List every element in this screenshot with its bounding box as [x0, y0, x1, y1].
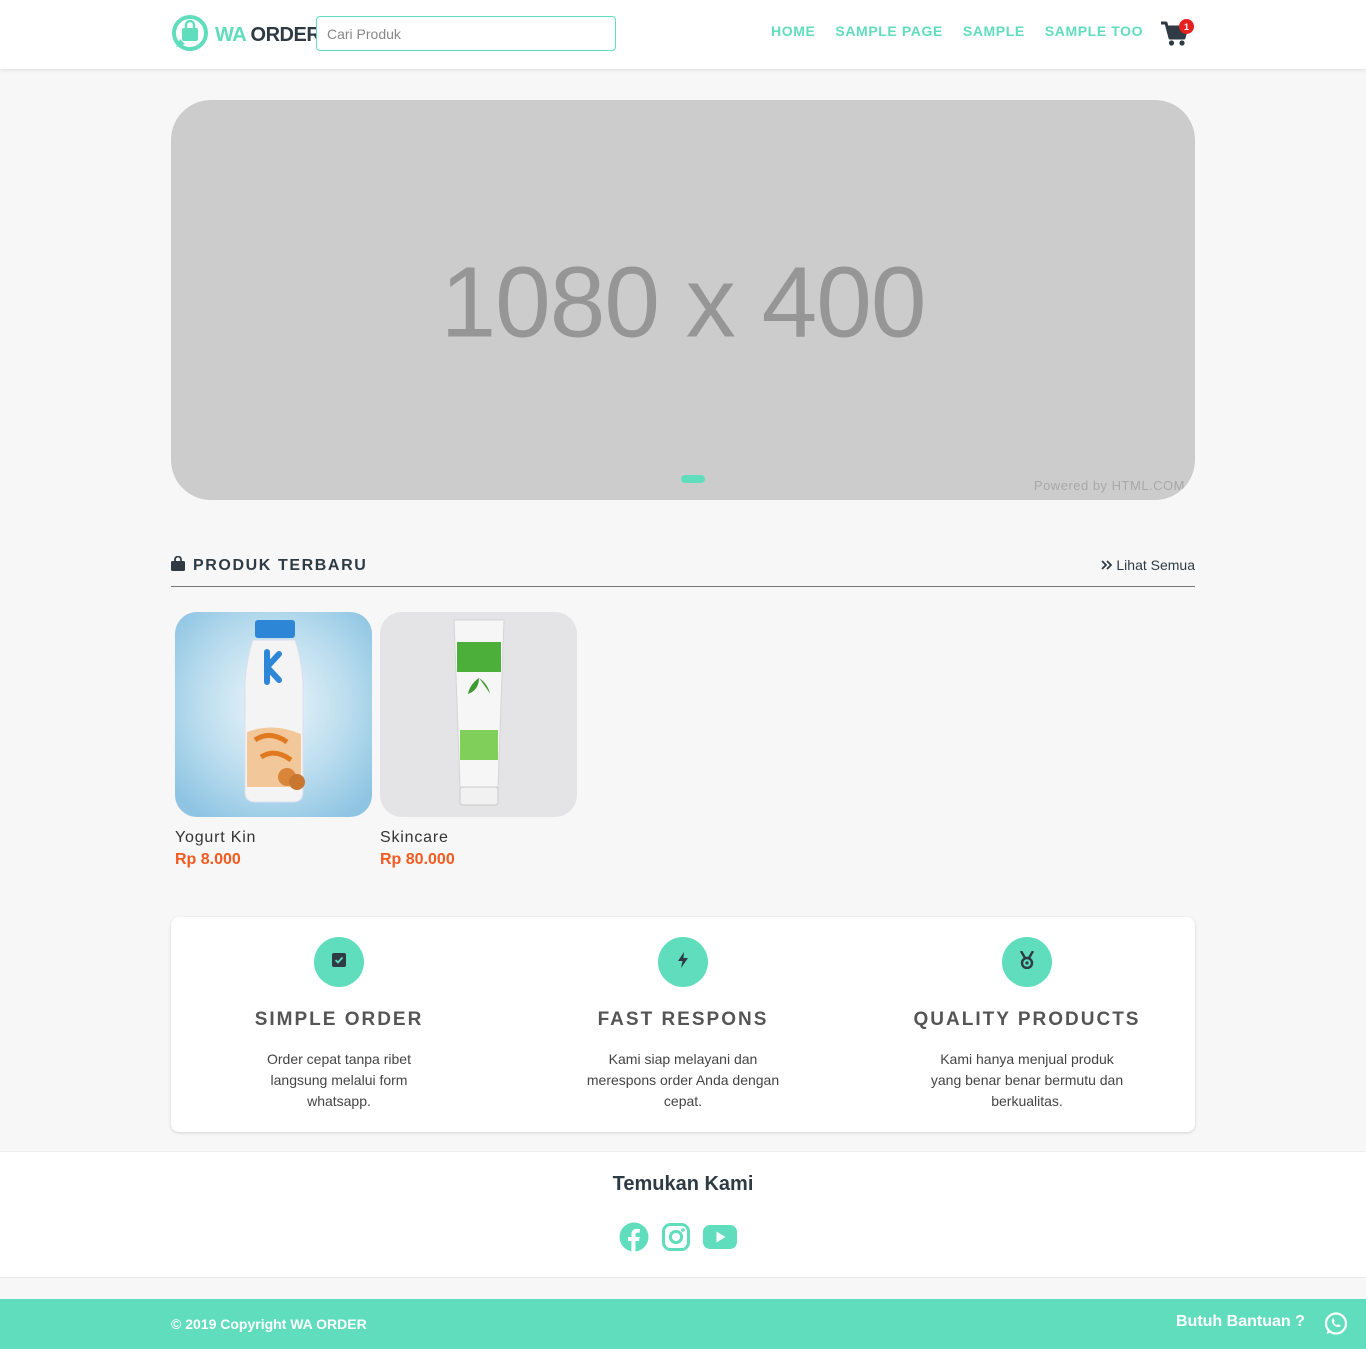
site-header: WA ORDER HOME SAMPLE PAGE SAMPLE SAMPLE … [0, 0, 1366, 69]
features-panel: SIMPLE ORDER Order cepat tanpa ribet lan… [171, 917, 1195, 1132]
section-header: PRODUK TERBARU Lihat Semua [171, 555, 1195, 587]
banner-placeholder-text: 1080 x 400 [440, 246, 927, 359]
feature-icon-badge [1002, 937, 1052, 987]
feature-icon-badge [658, 937, 708, 987]
main-nav: HOME SAMPLE PAGE SAMPLE SAMPLE TOO [771, 23, 1143, 39]
medal-icon [1019, 949, 1035, 974]
logo-text: WA ORDER [215, 24, 321, 46]
logo[interactable]: WA ORDER [171, 14, 321, 57]
cart-button[interactable]: 1 [1160, 19, 1194, 47]
product-name[interactable]: Skincare [380, 829, 577, 847]
feature-description: Kami siap melayani dan merespons order A… [586, 1051, 780, 1109]
help-link[interactable]: Butuh Bantuan ? [1176, 1313, 1305, 1331]
feature-title: SIMPLE ORDER [254, 1009, 424, 1030]
find-us-section: Temukan Kami [0, 1151, 1366, 1278]
feature-title: FAST RESPONS [597, 1009, 769, 1030]
feature-simple-order: SIMPLE ORDER Order cepat tanpa ribet lan… [167, 937, 511, 1112]
youtube-icon[interactable] [703, 1224, 737, 1255]
facebook-icon[interactable] [619, 1222, 649, 1257]
cart-icon [1160, 21, 1190, 51]
product-name[interactable]: Yogurt Kin [175, 829, 372, 847]
carousel-indicator[interactable] [681, 475, 705, 483]
shopping-bag-chat-icon [171, 14, 209, 57]
check-square-icon [332, 952, 346, 972]
nav-sample[interactable]: SAMPLE [963, 23, 1025, 39]
find-us-title: Temukan Kami [612, 1173, 754, 1195]
section-title-text: PRODUK TERBARU [193, 557, 368, 574]
banner-powered-by: Powered by HTML.COM [1033, 478, 1185, 493]
product-card[interactable]: Yogurt Kin Rp 8.000 [175, 612, 372, 869]
double-chevron-right-icon [1101, 557, 1113, 573]
product-card[interactable]: Skincare Rp 80.000 [380, 612, 577, 869]
feature-fast-respons: FAST RESPONS Kami siap melayani dan mere… [511, 937, 855, 1112]
feature-title: QUALITY PRODUCTS [913, 1009, 1141, 1030]
social-links [619, 1222, 737, 1257]
product-image-yogurt[interactable] [175, 612, 372, 817]
copyright-text: © 2019 Copyright WA ORDER [171, 1316, 367, 1332]
see-all-link[interactable]: Lihat Semua [1101, 557, 1195, 573]
cart-count-badge: 1 [1179, 19, 1194, 34]
nav-sample-too[interactable]: SAMPLE TOO [1045, 23, 1143, 39]
search-input[interactable] [316, 16, 616, 51]
nav-sample-page[interactable]: SAMPLE PAGE [835, 23, 942, 39]
hero-banner[interactable]: 1080 x 400 Powered by HTML.COM [171, 100, 1195, 500]
whatsapp-icon[interactable] [1323, 1311, 1349, 1342]
instagram-icon[interactable] [661, 1222, 691, 1257]
product-price: Rp 8.000 [175, 851, 241, 868]
feature-description: Kami hanya menjual produk yang benar ben… [930, 1051, 1124, 1109]
shopping-bag-icon [171, 555, 185, 576]
feature-icon-badge [314, 937, 364, 987]
feature-description: Order cepat tanpa ribet langsung melalui… [267, 1051, 411, 1109]
section-title: PRODUK TERBARU [171, 555, 368, 576]
site-footer: © 2019 Copyright WA ORDER Butuh Bantuan … [0, 1299, 1366, 1349]
see-all-label: Lihat Semua [1116, 557, 1195, 573]
product-price: Rp 80.000 [380, 851, 455, 868]
product-image-skincare[interactable] [380, 612, 577, 817]
feature-quality-products: QUALITY PRODUCTS Kami hanya menjual prod… [855, 937, 1199, 1112]
bolt-icon [677, 951, 689, 973]
nav-home[interactable]: HOME [771, 23, 815, 39]
